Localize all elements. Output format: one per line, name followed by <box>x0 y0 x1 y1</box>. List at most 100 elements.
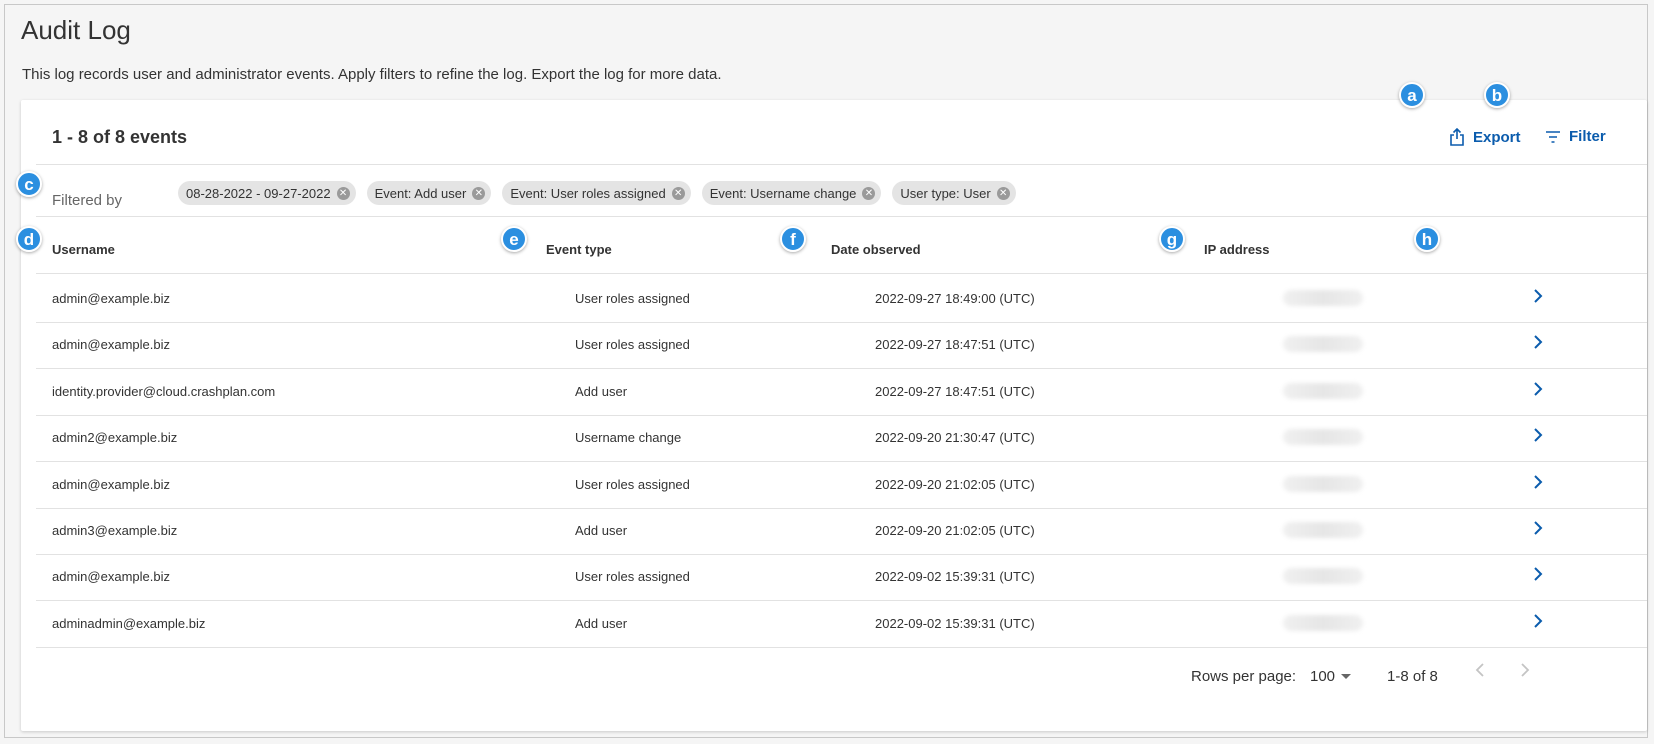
event-type-cell: User roles assigned <box>575 477 690 492</box>
export-button[interactable]: Export <box>1449 128 1521 146</box>
username-cell: admin@example.biz <box>52 337 170 352</box>
page-description: This log records user and administrator … <box>22 66 722 83</box>
row-divider <box>36 647 1647 648</box>
filter-chip-label: User type: User <box>900 185 991 201</box>
table-row[interactable]: admin@example.biz User roles assigned 20… <box>36 552 1647 601</box>
filter-chip-label: Event: Add user <box>374 185 467 201</box>
filter-chip-event-user-roles-assigned[interactable]: Event: User roles assigned ✕ <box>502 181 691 205</box>
filter-chip-label: Event: User roles assigned <box>510 185 666 201</box>
event-type-cell: Add user <box>575 384 628 399</box>
filter-chip-label: 08-28-2022 - 09-27-2022 <box>186 185 331 201</box>
filter-icon <box>1546 130 1560 143</box>
column-header-ip-address[interactable]: IP address <box>1204 242 1270 257</box>
filter-chip-date-range[interactable]: 08-28-2022 - 09-27-2022 ✕ <box>178 181 356 205</box>
remove-filter-icon[interactable]: ✕ <box>671 186 685 200</box>
table-row[interactable]: admin2@example.biz Username change 2022-… <box>36 413 1647 462</box>
caret-down-icon <box>1341 674 1352 679</box>
filter-chip-event-username-change[interactable]: Event: Username change ✕ <box>701 181 882 205</box>
previous-page-button[interactable] <box>1473 660 1487 685</box>
table-row[interactable]: admin3@example.biz Add user 2022-09-20 2… <box>36 506 1647 555</box>
divider <box>36 216 1647 217</box>
column-header-username[interactable]: Username <box>52 242 115 257</box>
table-row[interactable]: adminadmin@example.biz Add user 2022-09-… <box>36 599 1647 648</box>
date-observed-cell: 2022-09-20 21:02:05 (UTC) <box>875 523 1035 538</box>
column-header-date-observed[interactable]: Date observed <box>831 242 921 257</box>
date-observed-cell: 2022-09-20 21:30:47 (UTC) <box>875 430 1035 445</box>
chevron-right-icon[interactable] <box>1532 286 1544 309</box>
chevron-right-icon[interactable] <box>1532 564 1544 587</box>
filter-chips: 08-28-2022 - 09-27-2022 ✕ Event: Add use… <box>178 181 1016 205</box>
filter-chip-event-add-user[interactable]: Event: Add user ✕ <box>366 181 492 205</box>
chevron-left-icon <box>1475 663 1484 677</box>
table-row[interactable]: admin@example.biz User roles assigned 20… <box>36 320 1647 369</box>
table-row[interactable]: admin@example.biz User roles assigned 20… <box>36 460 1647 509</box>
ip-address-redacted <box>1283 336 1363 352</box>
chevron-right-icon[interactable] <box>1532 472 1544 495</box>
ip-address-redacted <box>1283 290 1363 306</box>
next-page-button[interactable] <box>1518 660 1532 685</box>
audit-log-window: Audit Log This log records user and admi… <box>4 4 1648 738</box>
filtered-by-label: Filtered by <box>52 192 123 209</box>
chevron-right-icon[interactable] <box>1532 611 1544 634</box>
page-title: Audit Log <box>21 15 131 45</box>
remove-filter-icon[interactable]: ✕ <box>336 186 350 200</box>
export-icon <box>1450 128 1464 146</box>
chevron-right-icon[interactable] <box>1532 379 1544 402</box>
username-cell: admin@example.biz <box>52 477 170 492</box>
username-cell: admin3@example.biz <box>52 523 178 538</box>
username-cell: identity.provider@cloud.crashplan.com <box>52 384 276 399</box>
date-observed-cell: 2022-09-27 18:49:00 (UTC) <box>875 291 1035 306</box>
callout-badge-f: f <box>780 226 806 252</box>
event-type-cell: User roles assigned <box>575 337 690 352</box>
date-observed-cell: 2022-09-27 18:47:51 (UTC) <box>875 384 1035 399</box>
date-observed-cell: 2022-09-02 15:39:31 (UTC) <box>875 569 1035 584</box>
event-type-cell: Add user <box>575 616 628 631</box>
callout-badge-c: c <box>16 171 42 197</box>
username-cell: admin2@example.biz <box>52 430 178 445</box>
callout-badge-b: b <box>1484 82 1510 108</box>
remove-filter-icon[interactable]: ✕ <box>862 186 876 200</box>
divider <box>36 164 1647 165</box>
callout-badge-g: g <box>1159 226 1185 252</box>
event-type-cell: Add user <box>575 523 628 538</box>
username-cell: admin@example.biz <box>52 569 170 584</box>
table-row[interactable]: identity.provider@cloud.crashplan.com Ad… <box>36 367 1647 416</box>
callout-badge-h: h <box>1414 226 1440 252</box>
chevron-right-icon[interactable] <box>1532 518 1544 541</box>
chevron-right-icon <box>1521 663 1530 677</box>
rows-per-page-value: 100 <box>1310 668 1336 685</box>
callout-badge-a: a <box>1399 82 1425 108</box>
ip-address-redacted <box>1283 383 1363 399</box>
filter-chip-user-type[interactable]: User type: User ✕ <box>892 181 1016 205</box>
username-cell: admin@example.biz <box>52 291 170 306</box>
filter-chip-label: Event: Username change <box>709 185 857 201</box>
table-row[interactable]: admin@example.biz User roles assigned 20… <box>36 274 1647 323</box>
filter-label: Filter <box>1569 128 1606 145</box>
event-count: 1 - 8 of 8 events <box>52 127 188 147</box>
remove-filter-icon[interactable]: ✕ <box>472 186 486 200</box>
date-observed-cell: 2022-09-27 18:47:51 (UTC) <box>875 337 1035 352</box>
filter-button[interactable]: Filter <box>1545 128 1606 145</box>
chevron-right-icon[interactable] <box>1532 425 1544 448</box>
date-observed-cell: 2022-09-02 15:39:31 (UTC) <box>875 616 1035 631</box>
rows-per-page-label: Rows per page: <box>1191 668 1297 685</box>
callout-badge-d: d <box>16 226 42 252</box>
ip-address-redacted <box>1283 615 1363 631</box>
username-cell: adminadmin@example.biz <box>52 616 206 631</box>
event-type-cell: Username change <box>575 430 682 445</box>
rows-per-page-select[interactable]: 100 <box>1310 668 1352 685</box>
chevron-right-icon[interactable] <box>1532 332 1544 355</box>
column-header-event-type[interactable]: Event type <box>546 242 612 257</box>
export-label: Export <box>1473 128 1521 146</box>
ip-address-redacted <box>1283 568 1363 584</box>
page-range: 1-8 of 8 <box>1387 668 1438 685</box>
event-type-cell: User roles assigned <box>575 569 690 584</box>
audit-log-card: 1 - 8 of 8 events Export Filter Filtered… <box>21 100 1647 731</box>
event-type-cell: User roles assigned <box>575 291 690 306</box>
ip-address-redacted <box>1283 522 1363 538</box>
ip-address-redacted <box>1283 429 1363 445</box>
ip-address-redacted <box>1283 476 1363 492</box>
date-observed-cell: 2022-09-20 21:02:05 (UTC) <box>875 477 1035 492</box>
callout-badge-e: e <box>501 226 527 252</box>
remove-filter-icon[interactable]: ✕ <box>996 186 1010 200</box>
